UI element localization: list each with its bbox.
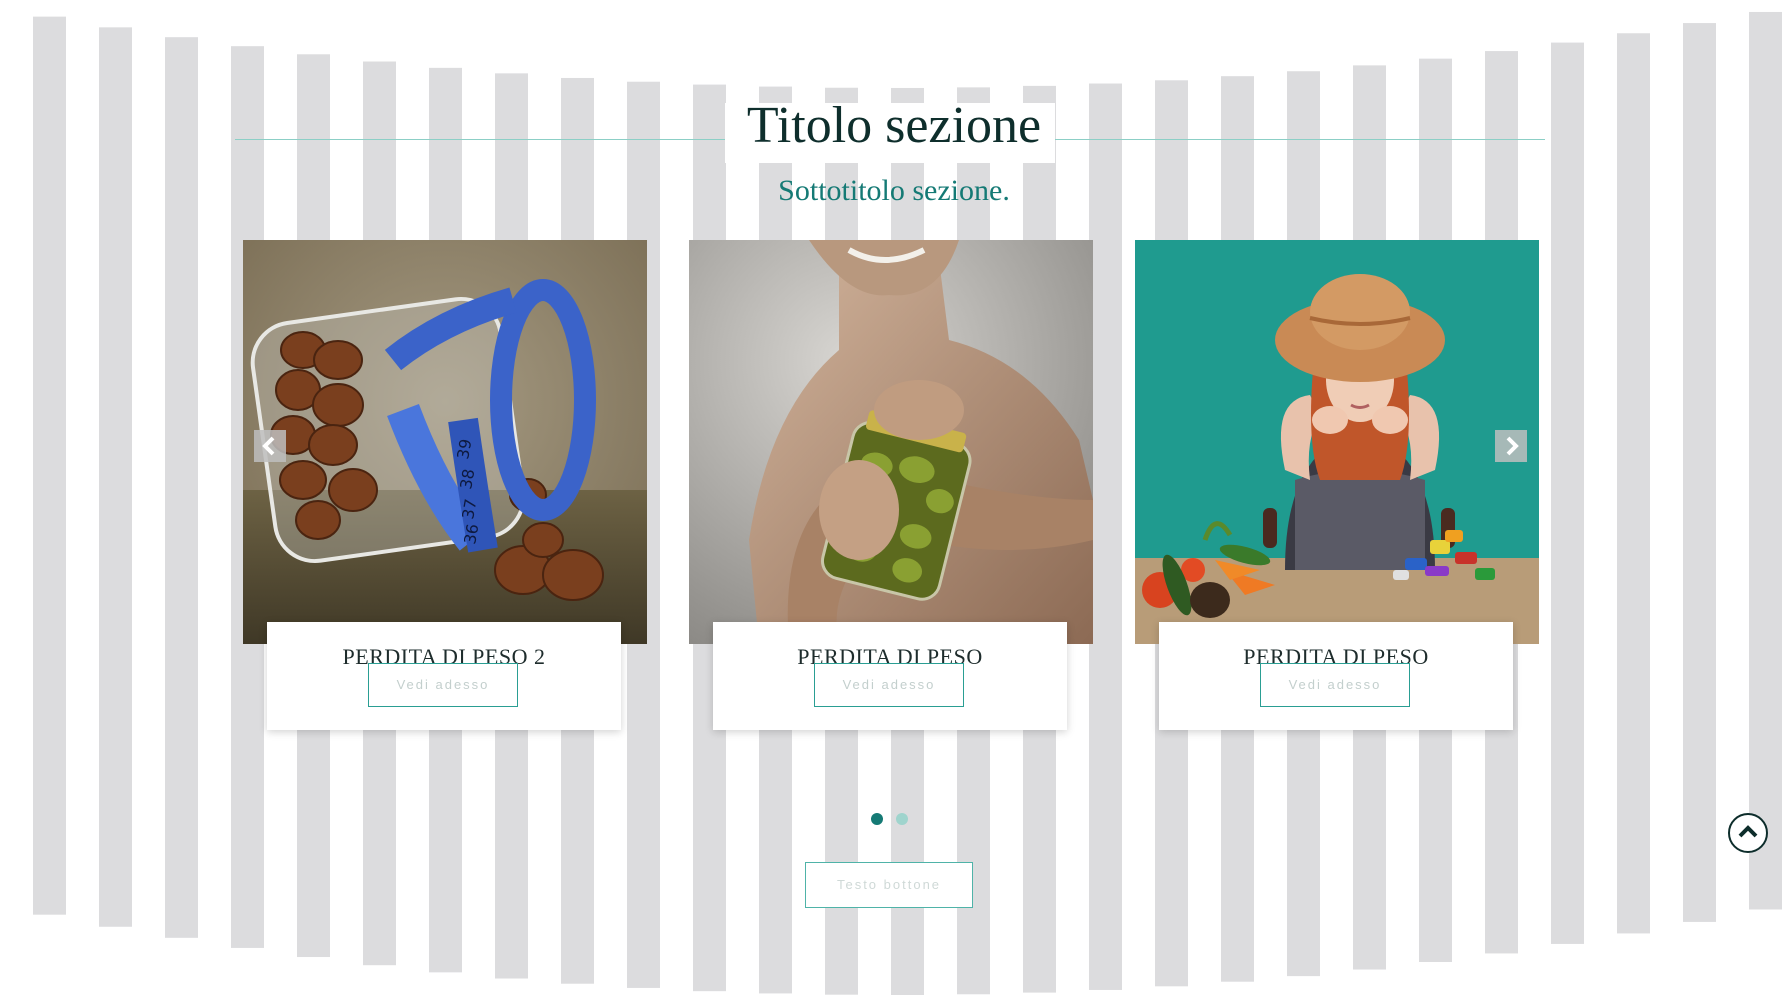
carousel-card: PERDITA DI PESO Vedi adesso [1135,240,1539,732]
card-image-hazelnuts: 39 38 37 36 [243,240,647,644]
background-stripe [99,27,132,927]
section-main-button[interactable]: Testo bottone [805,862,973,908]
svg-text:38: 38 [456,467,478,490]
chevron-right-icon [1506,436,1519,456]
carousel-card: PERDITA DI PESO Vedi adesso [689,240,1093,732]
card-view-now-button[interactable]: Vedi adesso [368,663,518,707]
card-caption: PERDITA DI PESO Vedi adesso [713,622,1067,730]
background-stripe [1683,23,1716,922]
chevron-left-icon [262,436,275,456]
carousel-card: 39 38 37 36 PERDITA DI PESO 2 Vedi adess… [243,240,647,732]
card-image-man-pickles [689,240,1093,644]
svg-text:36: 36 [460,522,482,545]
carousel-pagination [871,813,911,827]
card-image-woman-hat [1135,240,1539,644]
chevron-up-icon [1738,825,1758,838]
svg-text:37: 37 [458,497,480,520]
card-view-now-button[interactable]: Vedi adesso [814,663,964,707]
card-caption: PERDITA DI PESO 2 Vedi adesso [267,622,621,730]
section-subtitle: Sottotitolo sezione. [778,174,1010,207]
scroll-to-top-button[interactable] [1728,813,1768,853]
section-title: Titolo sezione [746,97,1042,154]
card-view-now-button[interactable]: Vedi adesso [1260,663,1410,707]
card-caption: PERDITA DI PESO Vedi adesso [1159,622,1513,730]
carousel-prev-button[interactable] [254,430,286,462]
carousel-next-button[interactable] [1495,430,1527,462]
pagination-dot-2[interactable] [896,813,908,825]
background-stripe [165,37,198,938]
background-stripe [1617,33,1650,934]
svg-text:39: 39 [453,437,475,460]
background-stripe [1089,83,1122,990]
pagination-dot-1[interactable] [871,813,883,825]
